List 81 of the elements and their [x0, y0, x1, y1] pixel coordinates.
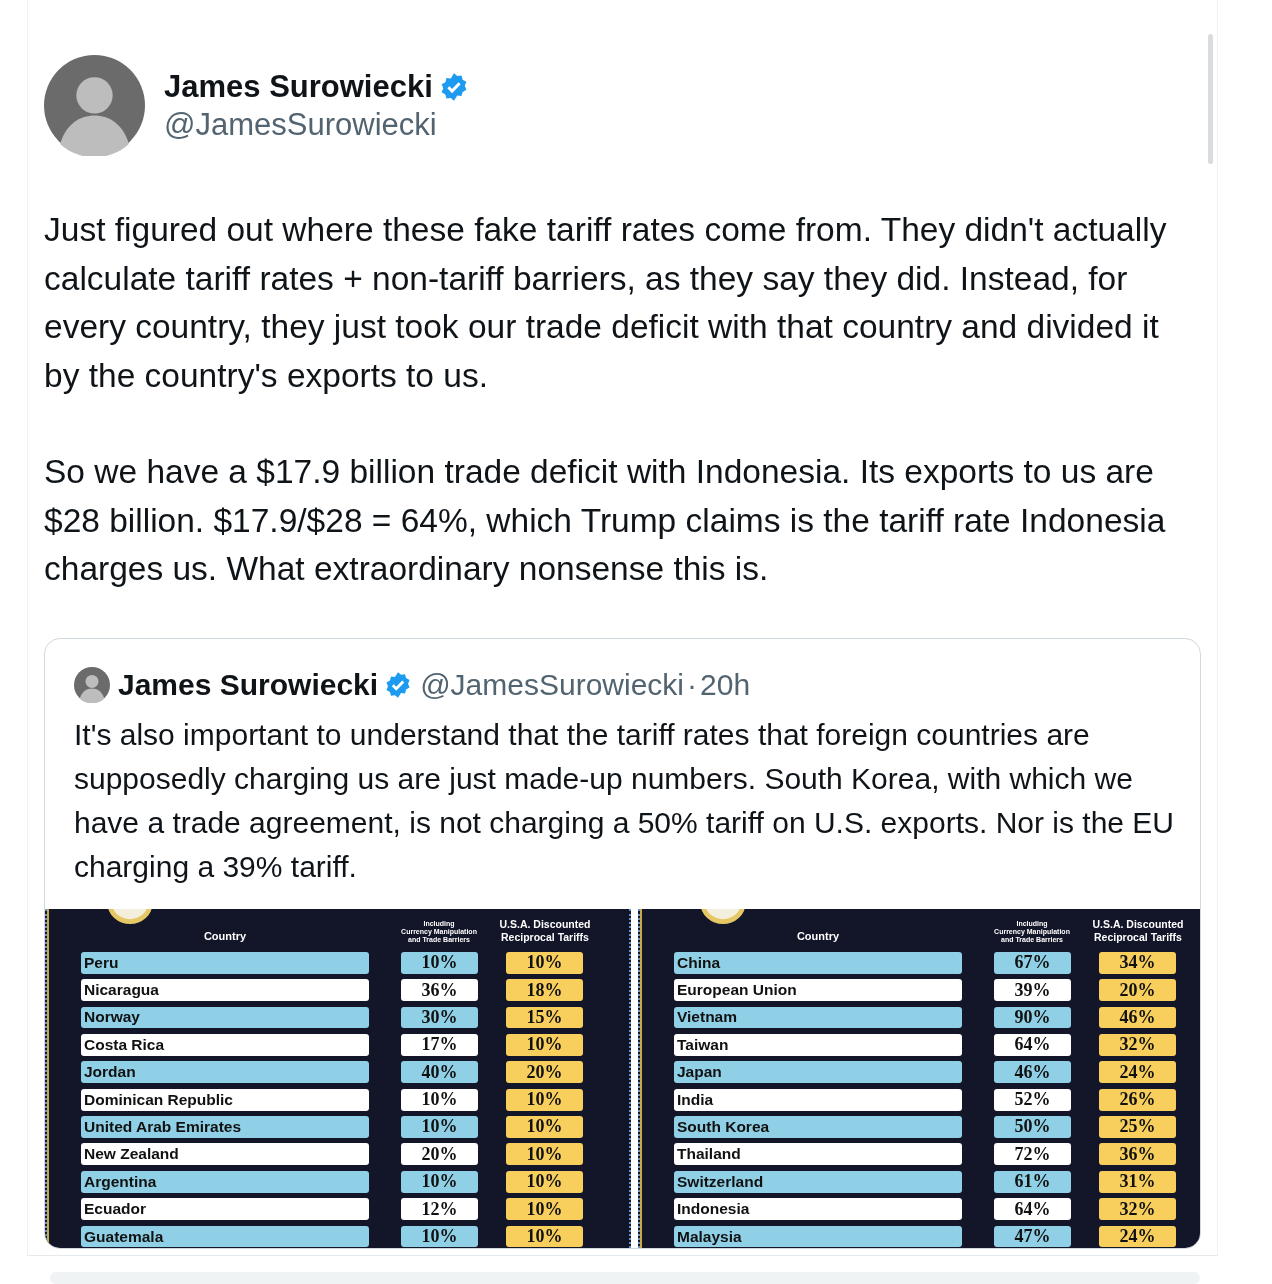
country-cell: Jordan — [81, 1061, 369, 1084]
quoted-author-handle[interactable]: @JamesSurowiecki — [420, 667, 685, 702]
tariff-cell: 10% — [506, 1143, 583, 1166]
rate-cell: 40% — [401, 1061, 478, 1084]
country-cell: Guatemala — [81, 1225, 369, 1248]
column-header: Reciprocal Tariffs — [1093, 931, 1183, 945]
country-cell: China — [674, 951, 962, 974]
tariff-cell: 32% — [1099, 1033, 1176, 1056]
column-header: U.S.A. Discounted — [498, 918, 592, 932]
rate-cell: 67% — [994, 951, 1071, 974]
post-time[interactable]: 20h — [700, 667, 751, 702]
author-handle[interactable]: @JamesSurowiecki — [164, 106, 469, 143]
tariff-cell: 10% — [506, 1198, 583, 1221]
post-text: So we have a $17.9 billion trade deficit with Indonesia. Its exports to us are $28 billion. $17.9/$28 = 64%, which Trump claims is the tariff rate Indonesia charges us. What extraordinary nonsense this is. — [44, 452, 1167, 589]
separator-dot: · — [687, 667, 698, 702]
author-name[interactable]: James Surowiecki — [164, 68, 433, 105]
rate-cell: 17% — [401, 1033, 478, 1056]
column-header: Country — [795, 930, 841, 945]
tariff-cell: 20% — [506, 1061, 583, 1084]
rate-cell: 46% — [994, 1061, 1071, 1084]
tariff-cell: 10% — [506, 951, 583, 974]
tariff-cell: 10% — [506, 1170, 583, 1193]
column-header: Country — [202, 930, 248, 945]
country-cell: Switzerland — [674, 1170, 962, 1193]
tariff-cell: 15% — [506, 1006, 583, 1029]
rate-cell: 10% — [401, 1225, 478, 1248]
rate-cell: 50% — [994, 1116, 1071, 1138]
rate-cell: 64% — [994, 1033, 1071, 1056]
tariff-cell: 25% — [1099, 1116, 1176, 1138]
rate-cell: 12% — [401, 1198, 478, 1221]
tariff-cell: 26% — [1099, 1088, 1176, 1111]
column-header: Reciprocal Tariffs — [500, 931, 590, 945]
tariff-cell: 24% — [1099, 1061, 1176, 1084]
rate-cell: 47% — [994, 1225, 1071, 1248]
tariff-cell: 46% — [1099, 1006, 1176, 1029]
country-cell: Malaysia — [674, 1225, 962, 1248]
tariff-cell: 18% — [506, 979, 583, 1001]
rate-cell: 30% — [401, 1006, 478, 1029]
column-header: U.S.A. Discounted — [1091, 918, 1185, 932]
country-cell: Costa Rica — [81, 1033, 369, 1056]
rate-cell: 10% — [401, 1088, 478, 1111]
rate-cell: 10% — [401, 951, 478, 974]
rate-cell: 90% — [994, 1006, 1071, 1029]
tariff-cell: 34% — [1099, 951, 1176, 974]
tariff-cell: 10% — [506, 1088, 583, 1111]
tariff-cell: 24% — [1099, 1225, 1176, 1248]
rate-cell: 39% — [994, 979, 1071, 1001]
country-cell: Nicaragua — [81, 979, 369, 1001]
country-cell: European Union — [674, 979, 962, 1001]
rate-cell: 72% — [994, 1143, 1071, 1166]
rate-cell: 52% — [994, 1088, 1071, 1111]
country-cell: Argentina — [81, 1170, 369, 1193]
rate-cell: 64% — [994, 1198, 1071, 1221]
country-cell: South Korea — [674, 1116, 962, 1138]
rate-cell: 20% — [401, 1143, 478, 1166]
country-cell: Norway — [81, 1006, 369, 1029]
country-cell: Thailand — [674, 1143, 962, 1166]
country-cell: Vietnam — [674, 1006, 962, 1029]
country-cell: United Arab Emirates — [81, 1116, 369, 1138]
country-cell: Japan — [674, 1061, 962, 1084]
tariff-cell: 36% — [1099, 1143, 1176, 1166]
rate-cell: 10% — [401, 1170, 478, 1193]
quoted-author-name[interactable]: James Surowiecki — [118, 667, 379, 702]
country-cell: New Zealand — [81, 1143, 369, 1166]
country-cell: Indonesia — [674, 1198, 962, 1221]
country-cell: Dominican Republic — [81, 1088, 369, 1111]
tariff-cell: 10% — [506, 1225, 583, 1248]
tariff-cell: 10% — [506, 1033, 583, 1056]
tariff-cell: 20% — [1099, 979, 1176, 1001]
rate-cell: 61% — [994, 1170, 1071, 1193]
country-cell: India — [674, 1088, 962, 1111]
tariff-cell: 32% — [1099, 1198, 1176, 1221]
tariff-cell: 31% — [1099, 1170, 1176, 1193]
rate-cell: 36% — [401, 979, 478, 1001]
country-cell: Ecuador — [81, 1198, 369, 1221]
tariff-cell: 10% — [506, 1116, 583, 1138]
country-cell: Peru — [81, 951, 369, 974]
post-text: Just figured out where these fake tariff rates come from. They didn't actually calculate tariff rates + non-tariff barriers, as they say they did. Instead, for every country, they just took our trade deficit with that country and divided it by the country's exports to us. — [44, 210, 1168, 396]
country-cell: Taiwan — [674, 1033, 962, 1056]
rate-cell: 10% — [401, 1116, 478, 1138]
quoted-post-text: It's also important to understand that the tariff rates that foreign countries are supposedly charging us are just made-up numbers. South Korea, with which we have a trade agreement, is not charging a 50% tariff on U.S. exports. Nor is the EU charging a 39% tariff. — [74, 716, 1176, 885]
